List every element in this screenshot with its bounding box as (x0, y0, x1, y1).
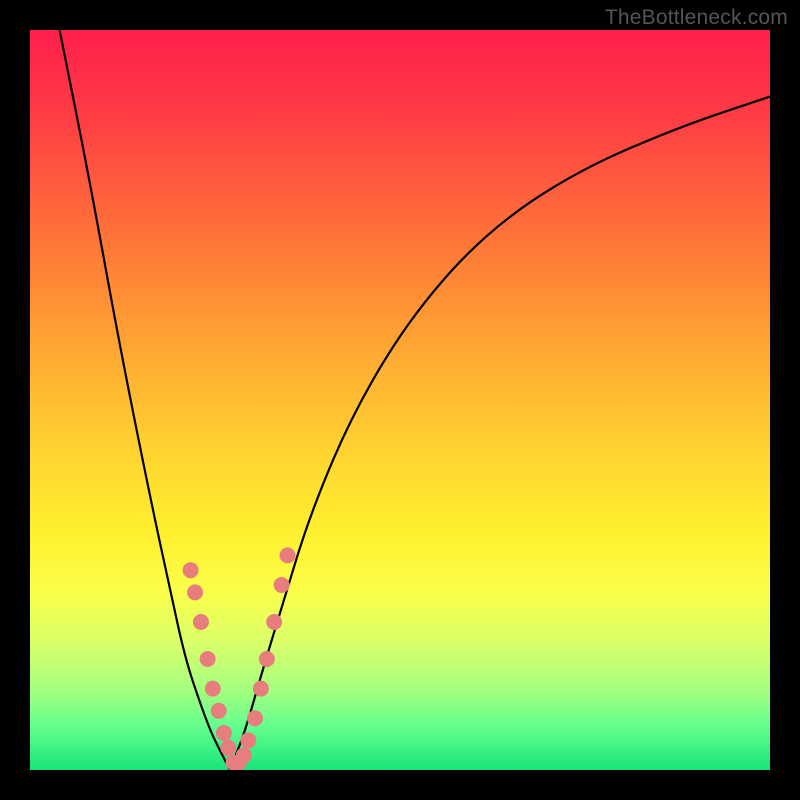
marker-dot (187, 584, 203, 600)
marker-dot (247, 710, 263, 726)
plot-frame: TheBottleneck.com (0, 0, 800, 800)
marker-dot (220, 740, 236, 756)
marker-dot (216, 725, 232, 741)
chart-svg (30, 30, 770, 770)
marker-dot (280, 547, 296, 563)
marker-dot (193, 614, 209, 630)
marker-dot (200, 651, 216, 667)
marker-dot (183, 562, 199, 578)
marker-dot (266, 614, 282, 630)
marker-dot (236, 747, 252, 763)
watermark-text: TheBottleneck.com (605, 6, 788, 30)
marker-dot (259, 651, 275, 667)
marker-dot (240, 732, 256, 748)
marker-dot (205, 681, 221, 697)
marker-dot (274, 577, 290, 593)
marker-dot (211, 703, 227, 719)
plot-area (30, 30, 770, 770)
series-right-branch (230, 97, 770, 770)
curve-right-branch (230, 97, 770, 770)
marker-dot (253, 681, 269, 697)
marker-cluster (183, 547, 296, 770)
